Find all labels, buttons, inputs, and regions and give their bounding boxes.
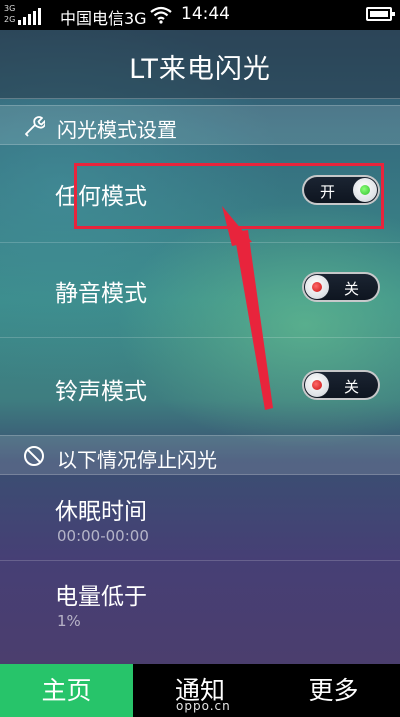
network-tag-2: 2G <box>4 15 16 24</box>
clock: 14:44 <box>181 4 230 24</box>
watermark: oppo.cn <box>176 699 231 713</box>
toggle-state-label: 关 <box>344 280 360 298</box>
ringer-mode-toggle[interactable]: 关 <box>302 370 380 400</box>
setting-value: 1% <box>57 612 81 630</box>
annotation-highlight-box <box>74 163 384 229</box>
section-header-stop-conditions: 以下情况停止闪光 <box>0 435 400 475</box>
setting-label: 铃声模式 <box>55 379 147 405</box>
toggle-off-indicator <box>312 380 322 390</box>
setting-label: 休眠时间 <box>55 499 147 525</box>
setting-row-low-battery[interactable]: 电量低于 1% <box>0 561 400 664</box>
toggle-off-indicator <box>312 282 322 292</box>
carrier-name: 中国电信3G <box>60 9 147 28</box>
wifi-icon <box>150 6 172 24</box>
setting-label: 电量低于 <box>55 584 147 610</box>
signal-indicator: 3G 2G <box>4 3 58 27</box>
network-tag-1: 3G <box>4 4 16 13</box>
screen: 3G 2G 中国电信3G 14:44 LT来电闪光 闪光模式设置 任何模式 开 … <box>0 0 400 717</box>
app-header: LT来电闪光 <box>0 30 400 99</box>
setting-label: 静音模式 <box>55 281 147 307</box>
section-title: 以下情况停止闪光 <box>57 448 217 472</box>
prohibited-icon <box>24 446 44 466</box>
setting-value: 00:00-00:00 <box>57 527 149 545</box>
wrench-icon <box>25 116 45 137</box>
section-title: 闪光模式设置 <box>57 118 177 142</box>
battery-icon <box>366 7 395 21</box>
setting-row-sleep-time[interactable]: 休眠时间 00:00-00:00 <box>0 475 400 561</box>
page-title: LT来电闪光 <box>129 54 271 85</box>
silent-mode-toggle[interactable]: 关 <box>302 272 380 302</box>
toggle-state-label: 关 <box>344 378 360 396</box>
status-bar: 3G 2G 中国电信3G 14:44 <box>0 0 400 30</box>
nav-tab-more[interactable]: 更多 <box>267 664 400 717</box>
section-header-flash-mode: 闪光模式设置 <box>0 105 400 145</box>
nav-tab-home[interactable]: 主页 <box>0 664 133 717</box>
toggle-knob <box>305 275 329 299</box>
toggle-knob <box>305 373 329 397</box>
